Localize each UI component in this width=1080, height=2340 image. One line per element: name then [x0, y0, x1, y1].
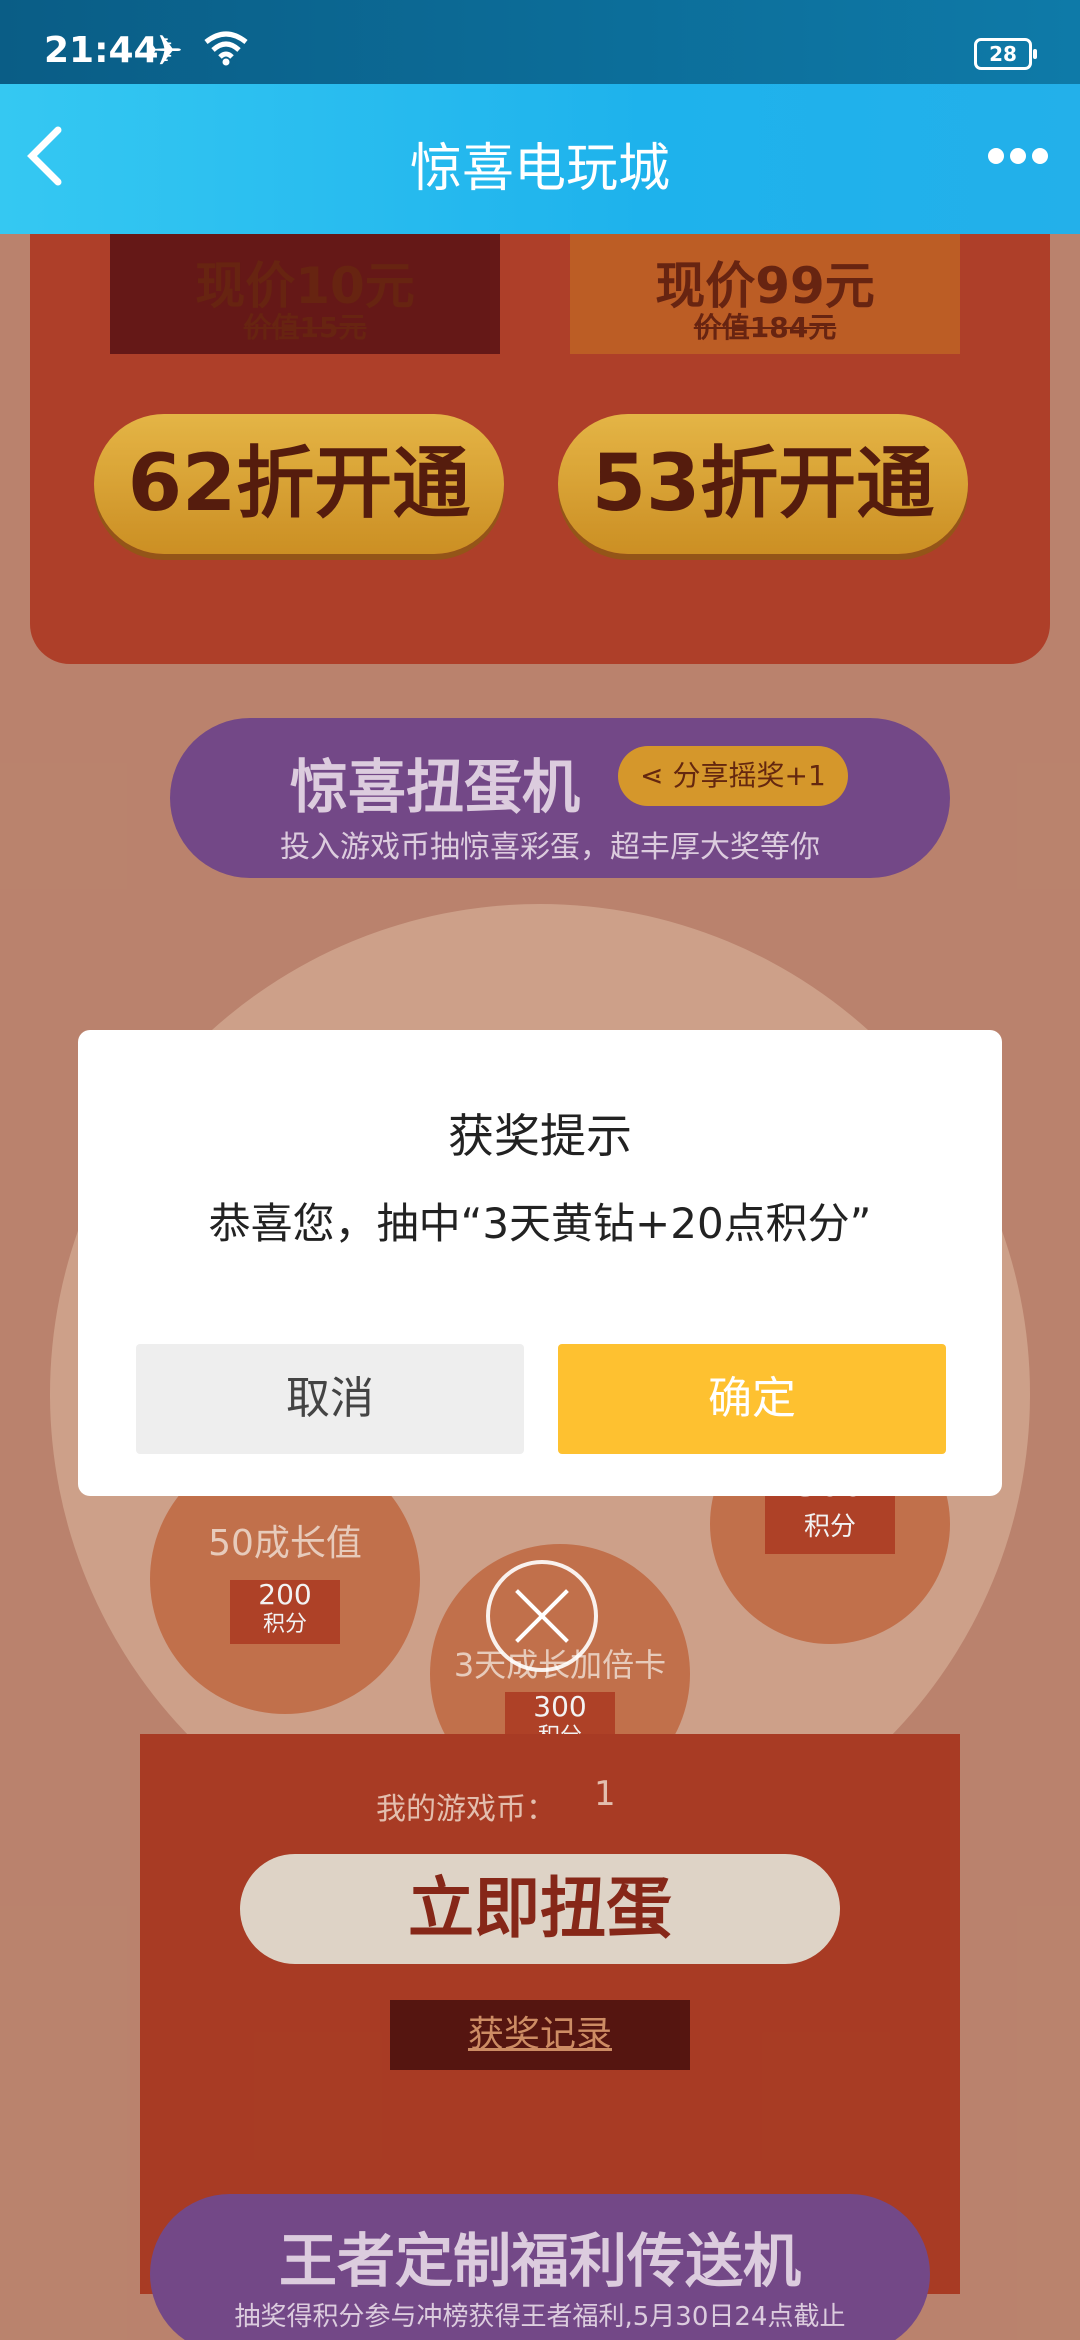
nav-bar: 惊喜电玩城 [0, 84, 1080, 234]
more-icon[interactable] [988, 148, 1054, 168]
close-icon[interactable] [486, 1560, 598, 1672]
page-title: 惊喜电玩城 [409, 139, 670, 199]
dialog-message: 恭喜您，抽中“3天黄钻+20点积分” [208, 1199, 872, 1248]
prize-dialog: 获奖提示 恭喜您，抽中“3天黄钻+20点积分” 取消 确定 [78, 1030, 1002, 1496]
clock: 21:44 [44, 30, 159, 71]
dialog-title: 获奖提示 [448, 1109, 632, 1163]
confirm-button[interactable]: 确定 [558, 1344, 946, 1454]
cancel-button[interactable]: 取消 [136, 1344, 524, 1454]
status-bar: 21:44 ✈ 28 [0, 0, 1080, 84]
battery-icon: 28 [974, 38, 1037, 70]
airplane-mode-icon: ✈ [148, 26, 184, 75]
wifi-icon [204, 31, 248, 66]
